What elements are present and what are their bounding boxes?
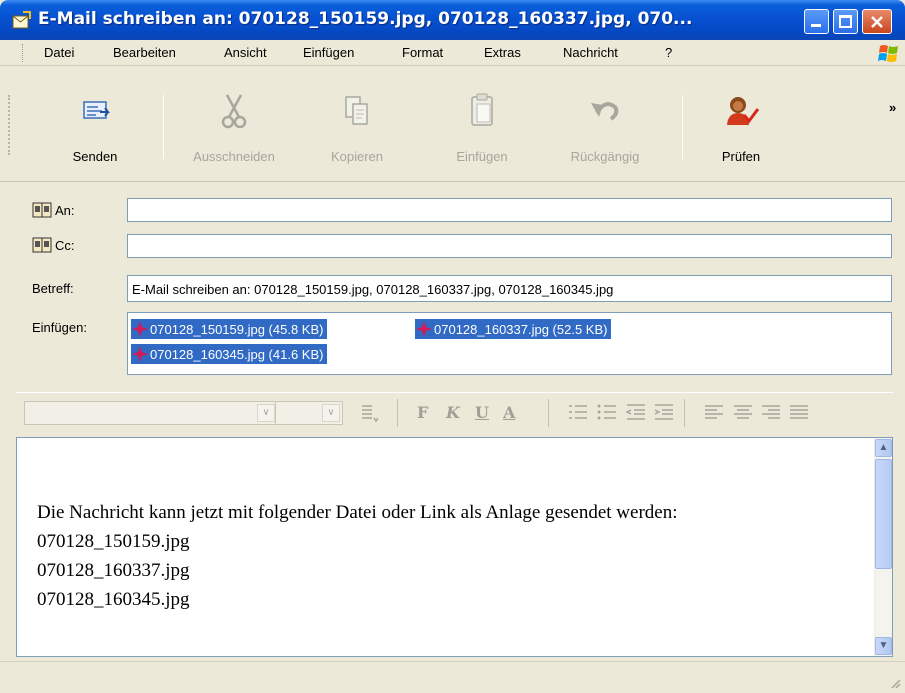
- italic-icon[interactable]: K: [446, 403, 460, 422]
- font-select[interactable]: ∨: [24, 401, 278, 425]
- cut-label: Ausschneiden: [193, 149, 275, 164]
- message-line: 070128_150159.jpg: [37, 531, 190, 552]
- maximize-button[interactable]: [833, 9, 858, 34]
- send-icon: [83, 101, 110, 119]
- image-file-icon: [132, 346, 148, 362]
- paragraph-style-icon[interactable]: [360, 403, 379, 427]
- toolbar-grip[interactable]: [8, 95, 10, 155]
- format-toolbar: ∨ ∨ F K U A: [16, 392, 893, 434]
- message-text: Die Nachricht kann jetzt mit folgender D…: [37, 498, 678, 614]
- toolbar-overflow-button[interactable]: »: [889, 100, 896, 115]
- scroll-up-button[interactable]: ▲: [875, 439, 892, 457]
- bullet-list-icon[interactable]: [597, 403, 617, 427]
- subject-field[interactable]: E-Mail schreiben an: 070128_150159.jpg, …: [127, 275, 892, 302]
- paste-label: Einfügen: [456, 149, 508, 164]
- close-button[interactable]: [862, 9, 892, 34]
- windows-logo-icon: [878, 45, 898, 62]
- resize-grip-icon[interactable]: [889, 677, 901, 689]
- message-line: Die Nachricht kann jetzt mit folgender D…: [37, 502, 678, 523]
- font-color-icon[interactable]: A: [503, 403, 515, 422]
- copy-icon: [345, 96, 368, 125]
- send-label: Senden: [72, 149, 118, 164]
- to-label: An:: [55, 202, 75, 218]
- title-bar[interactable]: E-Mail schreiben an: 070128_150159.jpg, …: [0, 0, 905, 40]
- font-size-select[interactable]: ∨: [275, 401, 343, 425]
- scissors-icon: [221, 94, 247, 129]
- chevron-down-icon: ∨: [322, 404, 340, 422]
- attachment-item[interactable]: 070128_160337.jpg (52.5 KB): [415, 319, 612, 339]
- justify-icon[interactable]: [789, 403, 809, 427]
- menu-datei[interactable]: Datei: [44, 45, 74, 60]
- menu-grip[interactable]: [22, 44, 24, 62]
- undo-icon: [591, 102, 619, 121]
- copy-button[interactable]: Kopieren: [315, 89, 399, 164]
- attachment-name: 070128_150159.jpg (45.8 KB): [150, 321, 324, 337]
- minimize-button[interactable]: [804, 9, 829, 34]
- attachment-name: 070128_160337.jpg (52.5 KB): [434, 321, 608, 337]
- undo-button[interactable]: Rückgängig: [560, 89, 650, 164]
- format-separator: [397, 399, 398, 427]
- menu-nachricht[interactable]: Nachricht: [563, 45, 618, 60]
- attachment-name: 070128_160345.jpg (41.6 KB): [150, 346, 324, 362]
- message-body[interactable]: Die Nachricht kann jetzt mit folgender D…: [16, 437, 893, 657]
- format-separator: [548, 399, 549, 427]
- check-names-icon: [727, 97, 760, 125]
- chevron-down-icon: ∨: [257, 404, 275, 422]
- attachment-item[interactable]: 070128_160345.jpg (41.6 KB): [131, 344, 328, 364]
- decrease-indent-icon[interactable]: [625, 403, 646, 427]
- new-mail-icon: [12, 11, 31, 29]
- align-left-icon[interactable]: [704, 403, 724, 427]
- scroll-down-button[interactable]: ▼: [875, 637, 892, 655]
- paste-button[interactable]: Einfügen: [440, 89, 524, 164]
- cc-button[interactable]: Cc:: [32, 237, 75, 253]
- menu-bar: Datei Bearbeiten Ansicht Einfügen Format…: [0, 40, 905, 66]
- window-title: E-Mail schreiben an: 070128_150159.jpg, …: [38, 9, 693, 29]
- menu-einfuegen[interactable]: Einfügen: [303, 45, 354, 60]
- message-line: 070128_160337.jpg: [37, 560, 190, 581]
- message-line: 070128_160345.jpg: [37, 589, 190, 610]
- to-button[interactable]: An:: [32, 202, 75, 218]
- menu-help[interactable]: ?: [665, 45, 672, 60]
- cc-field[interactable]: [127, 234, 892, 258]
- menu-extras[interactable]: Extras: [484, 45, 521, 60]
- status-bar: [0, 661, 905, 693]
- attachments-label: Einfügen:: [32, 320, 87, 335]
- menu-format[interactable]: Format: [402, 45, 443, 60]
- cc-label: Cc:: [55, 237, 75, 253]
- numbered-list-icon[interactable]: [568, 403, 588, 427]
- vertical-scrollbar[interactable]: ▲ ▼: [874, 438, 892, 656]
- undo-label: Rückgängig: [570, 149, 640, 164]
- align-right-icon[interactable]: [761, 403, 781, 427]
- check-names-button[interactable]: Prüfen: [706, 89, 776, 164]
- format-separator: [684, 399, 685, 427]
- image-file-icon: [416, 321, 432, 337]
- minimize-icon: [811, 24, 821, 27]
- toolbar: Senden Ausschneiden Kopieren Einfügen Rü…: [0, 67, 905, 182]
- menu-ansicht[interactable]: Ansicht: [224, 45, 267, 60]
- paste-icon: [471, 93, 493, 126]
- menu-bearbeiten[interactable]: Bearbeiten: [113, 45, 176, 60]
- check-names-label: Prüfen: [721, 149, 761, 164]
- toolbar-separator: [163, 95, 164, 159]
- send-button[interactable]: Senden: [60, 89, 130, 164]
- align-center-icon[interactable]: [733, 403, 753, 427]
- address-book-icon: [32, 202, 52, 218]
- scroll-thumb[interactable]: [875, 459, 892, 569]
- close-icon: [871, 16, 883, 28]
- bold-icon[interactable]: F: [417, 403, 428, 422]
- copy-label: Kopieren: [330, 149, 384, 164]
- toolbar-separator: [682, 95, 683, 159]
- subject-label: Betreff:: [32, 281, 74, 296]
- to-field[interactable]: [127, 198, 892, 222]
- maximize-icon: [839, 15, 852, 28]
- underline-icon[interactable]: U: [475, 403, 489, 422]
- attachment-item[interactable]: 070128_150159.jpg (45.8 KB): [131, 319, 328, 339]
- address-book-icon: [32, 237, 52, 253]
- cut-button[interactable]: Ausschneiden: [178, 89, 290, 164]
- image-file-icon: [132, 321, 148, 337]
- attachments-box: 070128_150159.jpg (45.8 KB) 070128_16033…: [127, 312, 892, 375]
- increase-indent-icon[interactable]: [654, 403, 674, 427]
